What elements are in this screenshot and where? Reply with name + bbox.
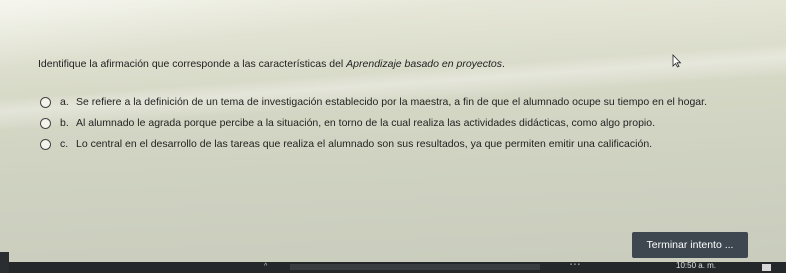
mouse-pointer-icon xyxy=(672,54,682,68)
option-text: Al alumnado le agrada porque percibe a l… xyxy=(76,116,656,129)
chevron-up-icon[interactable]: ^ xyxy=(264,263,267,270)
taskbar-clock[interactable]: 10:50 a. m. xyxy=(676,261,716,270)
question-text: Identifique la afirmación que correspond… xyxy=(38,58,638,70)
option-b[interactable]: b. Al alumnado le agrada porque percibe … xyxy=(38,117,738,130)
radio-button-b[interactable] xyxy=(40,117,51,129)
option-a[interactable]: a. Se refiere a la definición de un tema… xyxy=(38,96,738,109)
notification-icon[interactable] xyxy=(762,264,771,271)
option-letter: b. xyxy=(60,116,69,129)
option-letter: a. xyxy=(60,96,69,108)
question-suffix: . xyxy=(502,58,505,70)
taskbar-search-bar[interactable] xyxy=(290,264,540,270)
radio-button-c[interactable] xyxy=(40,139,51,150)
option-text: Lo central en el desarrollo de las tarea… xyxy=(76,138,653,150)
question-emphasis: Aprendizaje basado en proyectos xyxy=(346,58,503,70)
option-text: Se refiere a la definición de un tema de… xyxy=(76,96,707,108)
system-tray-icons[interactable]: ▪ ▪ ▪ xyxy=(570,262,580,268)
question-prefix: Identifique la afirmación que correspond… xyxy=(38,58,347,70)
taskbar-corner xyxy=(0,252,9,273)
finish-attempt-button[interactable]: Terminar intento ... xyxy=(632,232,748,258)
option-letter: c. xyxy=(60,138,69,150)
radio-button-a[interactable] xyxy=(40,97,51,108)
option-c[interactable]: c. Lo central en el desarrollo de las ta… xyxy=(38,138,738,151)
answer-options: a. Se refiere a la definición de un tema… xyxy=(38,96,738,151)
